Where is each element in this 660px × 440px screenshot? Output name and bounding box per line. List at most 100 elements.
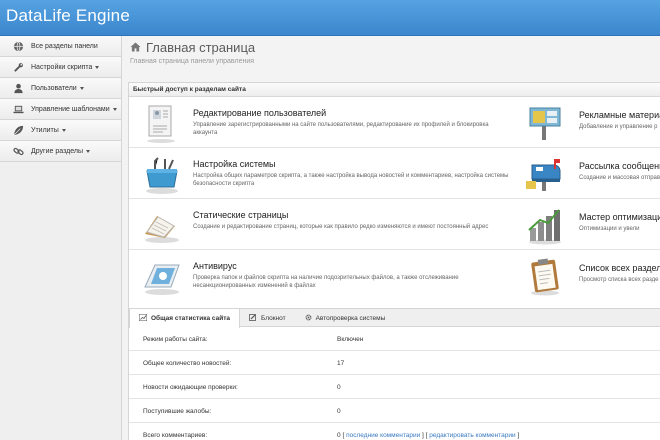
sidebar: Все разделы панели Настройки скрипта Пол…: [0, 36, 122, 440]
stat-key: Поступившие жалобы:: [143, 408, 212, 415]
tile-static-pages[interactable]: Статические страницы Создание и редактир…: [141, 200, 511, 250]
gear-icon: [305, 314, 312, 323]
stat-key: Новости ожидающие проверки:: [143, 384, 238, 391]
user-icon: [12, 82, 24, 94]
tile-description: Добавление и управление р: [579, 124, 658, 130]
stat-key: Общее количество новостей:: [143, 360, 232, 367]
link-icon: [12, 145, 24, 157]
tile-all-sections[interactable]: Список всех раздело Просмотр списка всех…: [524, 251, 660, 301]
tile-row: Статические страницы Создание и редактир…: [129, 200, 660, 250]
sidebar-item-label: Управление шаблонами: [31, 105, 110, 113]
tile-row: Антивирус Проверка папок и файлов скрипт…: [129, 251, 660, 301]
user-document-icon: [141, 102, 183, 144]
globe-icon: [12, 40, 24, 52]
sidebar-item-label: Пользователи: [31, 84, 77, 92]
sidebar-item-script-settings[interactable]: Настройки скрипта: [0, 57, 121, 78]
tile-description: Настройка общих параметров скрипта, а та…: [193, 173, 509, 187]
sidebar-item-label: Все разделы панели: [31, 42, 98, 50]
tile-description: Просмотр списка всех разде: [579, 277, 659, 283]
stat-value: 0: [337, 408, 341, 415]
clipboard-icon: [524, 255, 566, 297]
page-subtitle: Главная страница панели управления: [130, 58, 255, 65]
antivirus-icon: [141, 255, 183, 297]
billboard-icon: [524, 102, 566, 144]
main-content: Главная страница Главная страница панели…: [122, 36, 660, 440]
chevron-down-icon: [85, 149, 90, 153]
comments-count: 0: [337, 432, 341, 439]
tab-label: Автопроверка системы: [315, 314, 386, 322]
tile-row: Настройка системы Настройка общих параме…: [129, 149, 660, 199]
wrench-icon: [12, 61, 24, 73]
tile-description: Управление зарегистрированными на сайте …: [193, 122, 489, 136]
page-title: Главная страница: [130, 40, 255, 55]
tile-title: Редактирование пользователей: [193, 108, 327, 118]
stats-row: Общее количество новостей: 17: [129, 351, 660, 375]
tab-general-stats[interactable]: Общая статистика сайта: [129, 309, 241, 328]
stat-value: 0 [ последние комментарии ] [ редактиров…: [337, 432, 519, 439]
sidebar-item-users[interactable]: Пользователи: [0, 78, 121, 99]
tile-description: Создание и массовая отправ: [579, 175, 660, 181]
bracket: [: [342, 432, 345, 439]
tab-system-check[interactable]: Автопроверка системы: [296, 309, 396, 327]
quick-access-panel: Быстрый доступ к разделам сайта Редактир…: [128, 82, 660, 337]
tile-description: Создание и редактирование страниц, котор…: [193, 224, 489, 230]
stats-row: Режим работы сайта: Включен: [129, 327, 660, 351]
last-comments-link[interactable]: последние комментарии: [346, 432, 420, 439]
home-icon: [130, 40, 141, 55]
tile-description: Оптимизации и увели: [579, 226, 640, 232]
stats-row: Новости ожидающие проверки: 0: [129, 375, 660, 399]
page-header: Главная страница Главная страница панели…: [130, 40, 255, 65]
tile-title: Антивирус: [193, 261, 237, 271]
stats-panel: Общая статистика сайта Блокнот Автопрове…: [128, 308, 660, 440]
sidebar-item-templates[interactable]: Управление шаблонами: [0, 99, 121, 120]
stats-tabs: Общая статистика сайта Блокнот Автопрове…: [129, 309, 660, 328]
stat-value: 17: [337, 360, 345, 367]
sidebar-item-label: Настройки скрипта: [31, 63, 93, 71]
tile-antivirus[interactable]: Антивирус Проверка папок и файлов скрипт…: [141, 251, 511, 301]
stat-key: Всего комментариев:: [143, 432, 208, 439]
sidebar-item-label: Утилиты: [31, 126, 59, 134]
tile-system-settings[interactable]: Настройка системы Настройка общих параме…: [141, 149, 511, 199]
tile-edit-users[interactable]: Редактирование пользователей Управление …: [141, 98, 511, 148]
bracket: ]: [517, 432, 520, 439]
page-title-text: Главная страница: [146, 40, 256, 55]
open-book-icon: [141, 204, 183, 246]
quick-access-heading: Быстрый доступ к разделам сайта: [129, 83, 660, 97]
chevron-down-icon: [95, 65, 100, 69]
stat-value: 0: [337, 384, 341, 391]
brand-title[interactable]: DataLife Engine: [6, 6, 130, 26]
tile-title: Настройка системы: [193, 159, 276, 169]
tile-title: Статические страницы: [193, 210, 289, 220]
stats-row: Всего комментариев: 0 [ последние коммен…: [129, 423, 660, 440]
stat-key: Режим работы сайта:: [143, 336, 208, 343]
top-bar: DataLife Engine: [0, 0, 660, 36]
stat-value: Включен: [337, 336, 364, 343]
tab-label: Блокнот: [261, 314, 286, 322]
edit-comments-link[interactable]: редактировать комментарии: [429, 432, 515, 439]
tile-title: Список всех раздело: [579, 263, 660, 273]
pencil-icon: [249, 313, 257, 323]
tile-description: Проверка папок и файлов скрипта на налич…: [193, 275, 459, 289]
sidebar-item-utilities[interactable]: Утилиты: [0, 120, 121, 141]
tile-title: Рассылка сообщени: [579, 161, 660, 171]
tile-title: Мастер оптимизации: [579, 212, 660, 222]
toolbox-icon: [141, 153, 183, 195]
tile-mailing[interactable]: Рассылка сообщени Создание и массовая от…: [524, 149, 660, 199]
chevron-down-icon: [112, 107, 117, 111]
sidebar-item-other-sections[interactable]: Другие разделы: [0, 141, 121, 162]
tab-notepad[interactable]: Блокнот: [240, 309, 296, 327]
tile-advertising[interactable]: Рекламные материа Добавление и управлени…: [524, 98, 660, 148]
tile-title: Рекламные материа: [579, 110, 660, 120]
sidebar-item-all-sections[interactable]: Все разделы панели: [0, 36, 121, 57]
chevron-down-icon: [79, 86, 84, 90]
chevron-down-icon: [61, 128, 66, 132]
laptop-icon: [12, 103, 24, 115]
sidebar-item-label: Другие разделы: [31, 147, 83, 155]
bracket: ]: [422, 432, 424, 439]
tile-optimization[interactable]: Мастер оптимизации Оптимизации и увели: [524, 200, 660, 250]
stats-row: Поступившие жалобы: 0: [129, 399, 660, 423]
bar-graph-icon: [524, 204, 566, 246]
tab-label: Общая статистика сайта: [151, 315, 231, 322]
bracket: [: [425, 432, 428, 439]
tile-row: Редактирование пользователей Управление …: [129, 98, 660, 148]
